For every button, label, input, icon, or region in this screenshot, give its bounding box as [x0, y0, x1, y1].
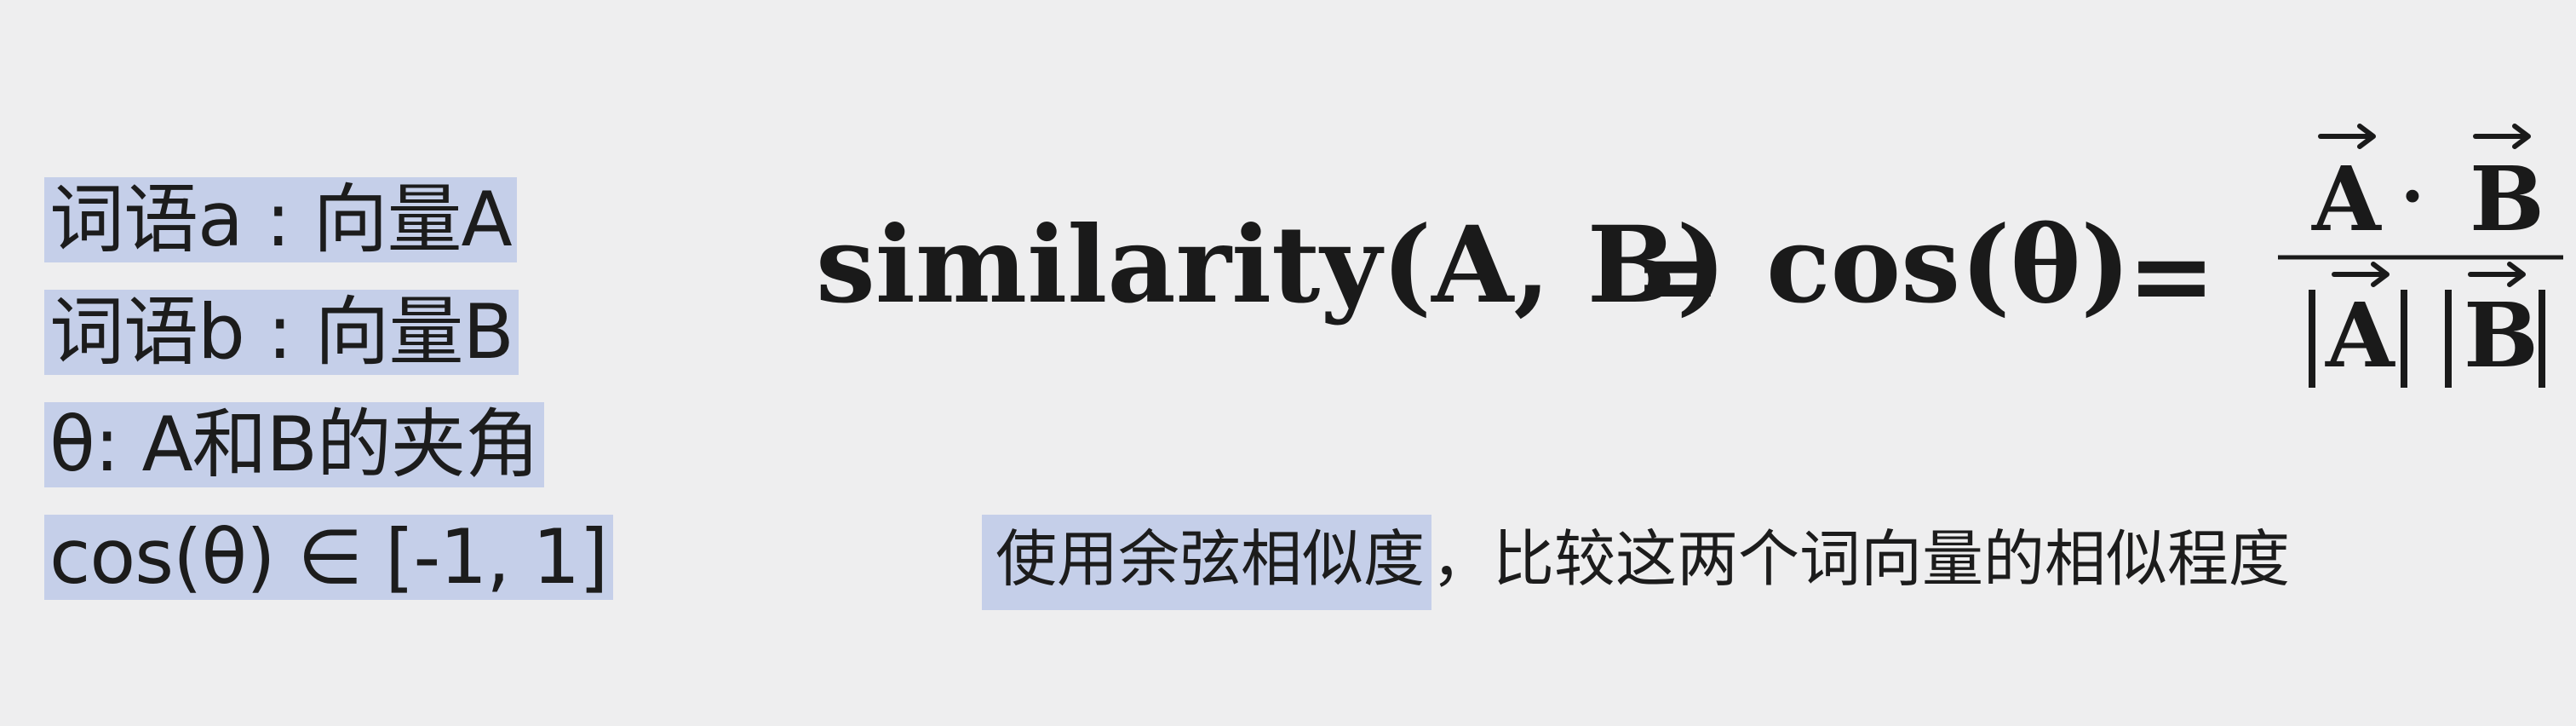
caption-rest: ，比较这两个词向量的相似程度 — [1431, 523, 2291, 595]
definition-word-b: 词语b : 向量B — [44, 290, 519, 375]
definition-word-a: 词语a : 向量A — [44, 177, 517, 262]
denominator-vector-b: B — [2464, 283, 2539, 388]
vector-arrow-icon — [2332, 262, 2390, 287]
vector-arrow-icon — [2473, 124, 2531, 149]
equals-sign-2: = — [2127, 214, 2216, 337]
definition-cos-range: cos(θ) ∈ [-1, 1] — [44, 515, 613, 600]
equals-sign-1: = — [1633, 214, 1722, 337]
formula-cos-theta: cos(θ) — [1766, 204, 2131, 327]
numerator-vector-b: B — [2470, 147, 2544, 251]
formula-lhs: similarity(A, B) — [816, 204, 1727, 327]
caption-highlighted: 使用余弦相似度 — [982, 515, 1432, 610]
numerator-vector-a: A — [2311, 147, 2382, 251]
vector-arrow-icon — [2468, 262, 2526, 287]
cosine-fraction: A · B A B — [2278, 124, 2563, 388]
definition-theta: θ: A和B的夹角 — [44, 402, 545, 487]
dot-operator: · — [2401, 156, 2424, 236]
vector-arrow-icon — [2318, 124, 2376, 149]
denominator-vector-a: A — [2325, 283, 2395, 388]
caption: 使用余弦相似度 ，比较这两个词向量的相似程度 — [982, 515, 2290, 610]
